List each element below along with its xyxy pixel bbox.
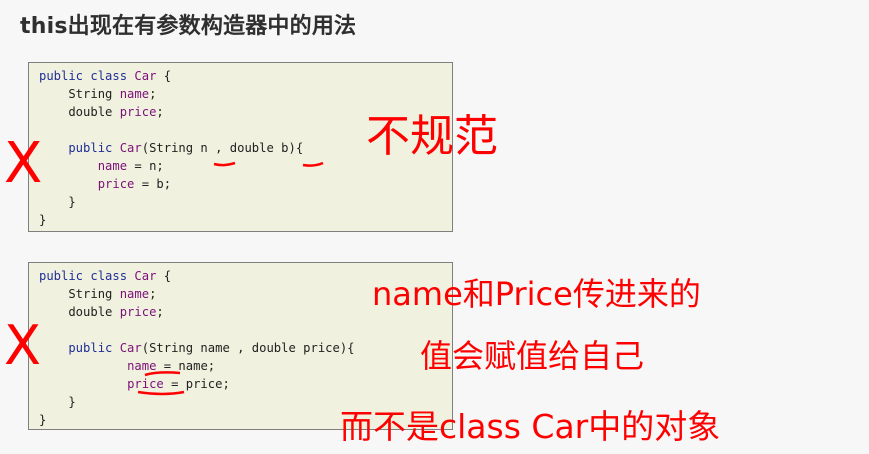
code-line: String name; <box>39 87 157 101</box>
code-line: price = b; <box>97 177 172 191</box>
slide-title: this出现在有参数构造器中的用法 <box>20 14 357 39</box>
code-line: name = name; <box>127 359 216 373</box>
code-line: double price; <box>39 105 164 119</box>
annotation-note-2-line-2: 值会赋值给自己 <box>420 337 644 375</box>
code-box-1: public class Car { String name; double p… <box>28 62 453 232</box>
code-line: } <box>39 213 47 227</box>
code-line: } <box>39 413 47 427</box>
code-box-2: public class Car { String name; double p… <box>28 262 453 430</box>
code-line: } <box>39 195 76 209</box>
code-line: public Car(String name , double price){ <box>39 341 355 355</box>
code-line: } <box>39 395 76 409</box>
code-line: public class Car { <box>39 269 172 283</box>
code-line: double price; <box>39 305 164 319</box>
code-line: String name; <box>39 287 157 301</box>
code-line: name = n; <box>97 159 164 173</box>
slide: this出现在有参数构造器中的用法 public class Car { Str… <box>0 0 869 454</box>
code-line: price = price; <box>127 377 230 391</box>
code-line: public Car(String n , double b){ <box>39 141 304 155</box>
code-line: public class Car { <box>39 69 172 83</box>
